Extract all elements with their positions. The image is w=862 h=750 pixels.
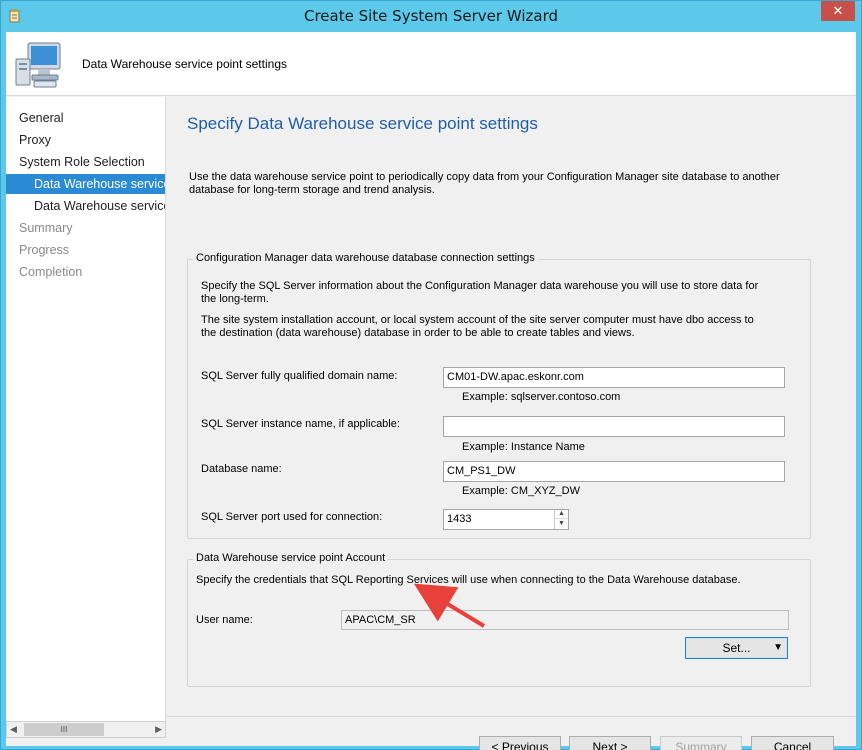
intro-text: Use the data warehouse service point to … bbox=[189, 171, 780, 196]
instance-example: Example: Instance Name bbox=[462, 441, 585, 453]
connection-desc-2: The site system installation account, or… bbox=[201, 314, 754, 339]
nav-item-data-warehouse-1[interactable]: Data Warehouse service p bbox=[6, 174, 165, 194]
fqdn-input[interactable]: CM01-DW.apac.eskonr.com bbox=[443, 367, 785, 388]
set-button-label: Set... bbox=[722, 641, 751, 655]
database-name-example: Example: CM_XYZ_DW bbox=[462, 485, 580, 497]
previous-button[interactable]: < Previous bbox=[479, 736, 561, 750]
account-desc: Specify the credentials that SQL Reporti… bbox=[196, 574, 741, 586]
nav-item-data-warehouse-2[interactable]: Data Warehouse service p bbox=[6, 196, 165, 216]
port-input[interactable]: 1433 ▲ ▼ bbox=[443, 509, 569, 530]
instance-label: SQL Server instance name, if applicable: bbox=[201, 418, 400, 430]
nav-item-summary: Summary bbox=[19, 221, 73, 235]
footer-separator bbox=[167, 716, 856, 717]
wizard-window: Create Site System Server Wizard ✕ Data … bbox=[0, 0, 862, 750]
title-bar[interactable]: Create Site System Server Wizard ✕ bbox=[1, 1, 861, 31]
next-button[interactable]: Next > bbox=[569, 736, 651, 750]
instance-input[interactable] bbox=[443, 416, 785, 437]
cancel-button[interactable]: Cancel bbox=[751, 736, 834, 750]
nav-item-proxy[interactable]: Proxy bbox=[6, 130, 165, 150]
summary-button: Summary bbox=[660, 736, 742, 750]
database-name-label: Database name: bbox=[201, 463, 282, 475]
nav-item-progress: Progress bbox=[19, 243, 70, 257]
port-label: SQL Server port used for connection: bbox=[201, 511, 383, 523]
window-title: Create Site System Server Wizard bbox=[304, 7, 558, 25]
connection-desc-1: Specify the SQL Server information about… bbox=[201, 280, 759, 305]
spin-up-icon[interactable]: ▲ bbox=[555, 510, 568, 519]
nav-item-general[interactable]: General bbox=[6, 108, 165, 128]
nav-horizontal-scrollbar[interactable]: ◀ III ▶ bbox=[6, 721, 166, 738]
close-button[interactable]: ✕ bbox=[821, 1, 855, 21]
page-title: Specify Data Warehouse service point set… bbox=[187, 114, 538, 133]
fqdn-label: SQL Server fully qualified domain name: bbox=[201, 370, 398, 382]
spin-down-icon[interactable]: ▼ bbox=[555, 519, 568, 529]
port-spinner[interactable]: ▲ ▼ bbox=[554, 510, 568, 529]
connection-group-title: Configuration Manager data warehouse dat… bbox=[193, 252, 538, 264]
scroll-left-icon[interactable]: ◀ bbox=[10, 724, 17, 735]
user-name-label: User name: bbox=[196, 614, 253, 626]
set-button[interactable]: Set... ▼ bbox=[685, 637, 788, 659]
main-panel: Specify Data Warehouse service point set… bbox=[167, 97, 856, 750]
nav-item-completion: Completion bbox=[19, 265, 83, 279]
header-subtitle: Data Warehouse service point settings bbox=[82, 57, 287, 71]
computer-icon bbox=[15, 42, 61, 88]
scroll-right-icon[interactable]: ▶ bbox=[155, 724, 162, 735]
fqdn-example: Example: sqlserver.contoso.com bbox=[462, 391, 621, 403]
scroll-thumb[interactable]: III bbox=[24, 723, 104, 736]
port-value: 1433 bbox=[447, 513, 472, 525]
set-dropdown-icon[interactable]: ▼ bbox=[773, 638, 783, 658]
database-name-input[interactable]: CM_PS1_DW bbox=[443, 461, 785, 482]
connection-settings-group: Configuration Manager data warehouse dat… bbox=[187, 252, 811, 539]
user-name-field: APAC\CM_SR bbox=[341, 610, 789, 630]
nav-item-system-role-selection[interactable]: System Role Selection bbox=[6, 152, 165, 172]
account-group-title: Data Warehouse service point Account bbox=[193, 552, 389, 564]
wizard-header: Data Warehouse service point settings bbox=[6, 32, 856, 96]
wizard-nav: General Proxy System Role Selection Data… bbox=[6, 97, 166, 721]
client-area: Data Warehouse service point settings Ge… bbox=[6, 32, 856, 750]
account-group: Data Warehouse service point Account Spe… bbox=[187, 552, 811, 687]
